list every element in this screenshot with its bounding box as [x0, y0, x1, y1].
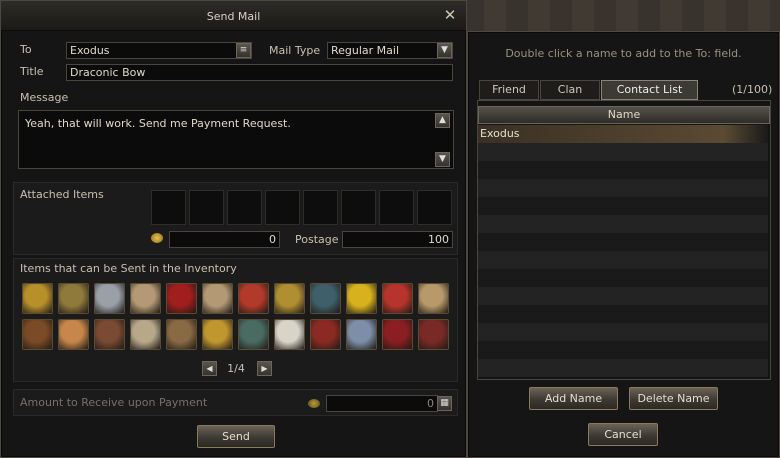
red-boots-icon[interactable] — [418, 319, 449, 350]
attachment-slot[interactable] — [417, 190, 452, 225]
golden-orb-icon[interactable] — [346, 283, 377, 314]
next-page-icon[interactable]: ▶ — [257, 361, 272, 376]
red-heart-icon[interactable] — [382, 283, 413, 314]
send-button[interactable]: Send — [197, 425, 275, 448]
tab-friend[interactable]: Friend — [479, 80, 539, 100]
red-gauntlet-icon[interactable] — [382, 319, 413, 350]
parchment-roll-icon[interactable] — [130, 319, 161, 350]
mail-type-select[interactable]: Regular Mail — [327, 42, 453, 59]
attached-items-label: Attached Items — [20, 188, 104, 201]
previous-page-icon[interactable]: ◀ — [202, 361, 217, 376]
mail-type-label: Mail Type — [269, 44, 321, 57]
chevron-down-icon[interactable]: ▼ — [437, 43, 452, 58]
dark-robe-icon[interactable] — [310, 283, 341, 314]
red-cloak-icon[interactable] — [166, 283, 197, 314]
gold-ring-icon[interactable] — [202, 319, 233, 350]
tab-clan[interactable]: Clan — [540, 80, 600, 100]
dark-circlet-icon[interactable] — [238, 319, 269, 350]
gold-nugget-icon[interactable] — [22, 283, 53, 314]
contacts-hint: Double click a name to add to the To: fi… — [505, 47, 742, 60]
message-label: Message — [20, 91, 69, 104]
list-item — [478, 359, 768, 377]
attachment-slot[interactable] — [151, 190, 186, 225]
attachment-slot[interactable] — [227, 190, 262, 225]
send-mail-title-bar[interactable]: Send Mail ✕ — [1, 1, 466, 31]
postage-label: Postage — [295, 233, 339, 246]
title-label: Title — [20, 65, 44, 78]
map-scroll-icon[interactable] — [418, 283, 449, 314]
red-feather-icon[interactable] — [238, 283, 269, 314]
adena-coin-icon — [151, 233, 163, 243]
list-item — [478, 341, 768, 359]
treasure-box-icon[interactable] — [58, 283, 89, 314]
window-title: Send Mail — [206, 10, 261, 23]
contact-name: Exodus — [480, 127, 520, 140]
list-item — [478, 143, 768, 161]
silver-scroll-icon[interactable] — [94, 283, 125, 314]
scroll-up-icon[interactable]: ▲ — [435, 113, 450, 128]
attachment-slot[interactable] — [189, 190, 224, 225]
list-item — [478, 251, 768, 269]
recipe-scroll-icon[interactable] — [130, 283, 161, 314]
to-label: To — [20, 43, 32, 56]
contact-count: (1/100) — [732, 83, 773, 96]
crossbow-icon[interactable] — [94, 319, 125, 350]
tab-contact-list[interactable]: Contact List — [601, 80, 698, 100]
list-item — [478, 233, 768, 251]
list-item — [478, 323, 768, 341]
recipe-scroll-icon[interactable] — [202, 283, 233, 314]
scroll-down-icon[interactable]: ▼ — [435, 152, 450, 167]
contacts-window: Double click a name to add to the To: fi… — [467, 31, 780, 458]
cancel-button[interactable]: Cancel — [588, 423, 658, 446]
list-item — [478, 161, 768, 179]
address-book-icon[interactable]: ≡ — [236, 43, 251, 58]
adena-coin-icon — [308, 399, 320, 408]
delete-name-button[interactable]: Delete Name — [629, 387, 718, 410]
attachment-slot[interactable] — [265, 190, 300, 225]
close-icon[interactable]: ✕ — [442, 7, 458, 23]
paper-note-icon[interactable] — [274, 319, 305, 350]
amount-label: Amount to Receive upon Payment — [20, 396, 208, 409]
crystal-shard-icon[interactable] — [346, 319, 377, 350]
calculator-icon[interactable]: ▦ — [437, 396, 452, 411]
to-field[interactable]: Exodus — [66, 42, 252, 59]
red-book-icon[interactable] — [310, 319, 341, 350]
golden-book-icon[interactable] — [274, 283, 305, 314]
list-item — [478, 197, 768, 215]
list-item — [478, 305, 768, 323]
list-item — [478, 269, 768, 287]
rifle-icon[interactable] — [166, 319, 197, 350]
list-item — [478, 215, 768, 233]
attachment-slot[interactable] — [303, 190, 338, 225]
message-textarea[interactable]: Yeah, that will work. Send me Payment Re… — [18, 110, 454, 169]
inventory-label: Items that can be Sent in the Inventory — [20, 262, 237, 275]
envelope-icon[interactable] — [58, 319, 89, 350]
add-name-button[interactable]: Add Name — [529, 387, 618, 410]
postage-amount-field: 100 — [342, 231, 453, 248]
title-field[interactable]: Draconic Bow — [66, 64, 453, 81]
page-indicator: 1/4 — [227, 362, 245, 375]
list-item — [478, 179, 768, 197]
attachment-slot[interactable] — [379, 190, 414, 225]
list-item — [478, 287, 768, 305]
send-mail-window: Send Mail ✕ To Exodus ≡ Mail Type Regula… — [0, 0, 467, 458]
adena-amount-field[interactable]: 0 — [169, 231, 280, 248]
leather-armor-icon[interactable] — [22, 319, 53, 350]
amount-field[interactable]: 0 — [326, 395, 438, 412]
attachment-slot[interactable] — [341, 190, 376, 225]
name-column-header[interactable]: Name — [478, 106, 770, 124]
list-item[interactable]: Exodus — [478, 125, 768, 143]
